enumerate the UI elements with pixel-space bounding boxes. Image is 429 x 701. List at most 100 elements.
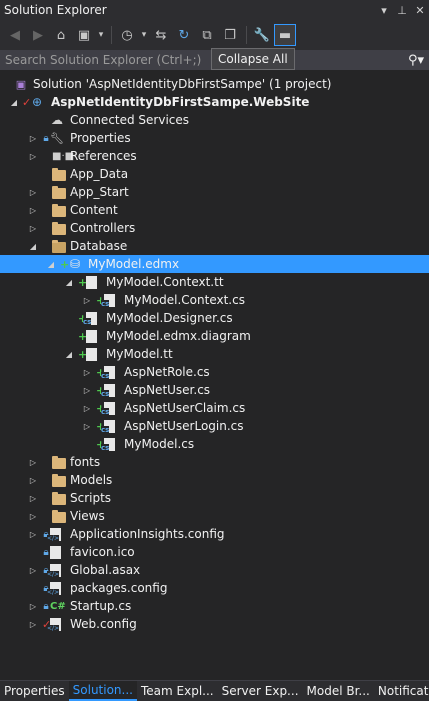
refresh-icon[interactable]: ↻: [173, 24, 195, 46]
sync-with-document-icon[interactable]: ⇆: [150, 24, 172, 46]
window-title: Solution Explorer: [4, 3, 107, 17]
tree-item-references[interactable]: ▷ ■·■ References: [0, 147, 429, 165]
forward-icon[interactable]: ▶: [27, 24, 49, 46]
collapse-arrow-icon[interactable]: ◢: [64, 278, 74, 287]
tab-team-explorer[interactable]: Team Expl...: [137, 681, 218, 701]
tree-item-label: App_Start: [70, 185, 129, 199]
tree-item-project[interactable]: ◢ ✓ ⊕ AspNetIdentityDbFirstSampe.WebSite: [0, 93, 429, 111]
filter-dropdown-icon[interactable]: ▾: [139, 24, 149, 46]
expand-arrow-icon[interactable]: ▷: [28, 620, 38, 629]
expand-arrow-icon[interactable]: ▷: [28, 494, 38, 503]
search-icon[interactable]: ⚲▾: [403, 53, 429, 68]
tree-item-label: Web.config: [70, 617, 137, 631]
tree-item-favicon[interactable]: 🔒︎ favicon.ico: [0, 543, 429, 561]
tree-item-context-tt[interactable]: ◢ + MyModel.Context.tt: [0, 273, 429, 291]
pending-changes-filter-icon[interactable]: ◷: [116, 24, 138, 46]
expand-arrow-icon[interactable]: ▷: [82, 368, 92, 377]
tree-item-label: App_Data: [70, 167, 129, 181]
tree-item-aspnetrole[interactable]: ▷ + AspNetRole.cs: [0, 363, 429, 381]
preview-selected-items-icon[interactable]: ▬: [274, 24, 296, 46]
collapse-arrow-icon[interactable]: ◢: [64, 350, 74, 359]
back-icon[interactable]: ◀: [4, 24, 26, 46]
tree-item-aspnetuserlogin[interactable]: ▷ + AspNetUserLogin.cs: [0, 417, 429, 435]
tree-item-app-data[interactable]: App_Data: [0, 165, 429, 183]
solution-tree: ▣ Solution 'AspNetIdentityDbFirstSampe' …: [0, 75, 429, 633]
tree-item-label: Scripts: [70, 491, 112, 505]
tree-item-database[interactable]: ◢ Database: [0, 237, 429, 255]
open-folder-icon: [52, 240, 66, 253]
tree-item-app-start[interactable]: ▷ App_Start: [0, 183, 429, 201]
expand-arrow-icon[interactable]: ▷: [28, 512, 38, 521]
tree-item-startup-cs[interactable]: ▷ 🔒︎ C# Startup.cs: [0, 597, 429, 615]
collapse-all-icon[interactable]: ⧉: [196, 24, 218, 46]
expand-arrow-icon[interactable]: ▷: [28, 134, 38, 143]
home-icon[interactable]: ⌂: [50, 24, 72, 46]
properties-wrench-icon[interactable]: 🔧: [251, 24, 273, 46]
tree-item-mymodel-tt[interactable]: ◢ + MyModel.tt: [0, 345, 429, 363]
tree-item-scripts[interactable]: ▷ Scripts: [0, 489, 429, 507]
tree-item-global-asax[interactable]: ▷ 🔒︎ Global.asax: [0, 561, 429, 579]
tree-item-web-config[interactable]: ▷ ✓ Web.config: [0, 615, 429, 633]
tree-item-content[interactable]: ▷ Content: [0, 201, 429, 219]
expand-arrow-icon[interactable]: ▷: [28, 188, 38, 197]
tree-item-aspnetuserclaim[interactable]: ▷ + AspNetUserClaim.cs: [0, 399, 429, 417]
tree-item-designer-cs[interactable]: + MyModel.Designer.cs: [0, 309, 429, 327]
close-icon[interactable]: ✕: [411, 1, 429, 19]
collapse-arrow-icon[interactable]: ◢: [46, 260, 56, 269]
switch-views-icon[interactable]: ▣: [73, 24, 95, 46]
tree-item-label: AspNetUserClaim.cs: [124, 401, 246, 415]
config-file-icon: [47, 617, 61, 632]
tree-item-label: Models: [70, 473, 113, 487]
tree-item-properties[interactable]: ▷ 🔒︎ 🔧︎ Properties: [0, 129, 429, 147]
tree-item-context-cs[interactable]: ▷ + MyModel.Context.cs: [0, 291, 429, 309]
tab-solution-explorer[interactable]: Solution...: [68, 681, 137, 701]
search-input[interactable]: [0, 52, 403, 68]
expand-arrow-icon[interactable]: ▷: [28, 224, 38, 233]
show-all-files-icon[interactable]: ❐: [219, 24, 241, 46]
collapse-arrow-icon[interactable]: ◢: [28, 242, 38, 251]
tree-item-connected-services[interactable]: ☁ Connected Services: [0, 111, 429, 129]
tree-item-controllers[interactable]: ▷ Controllers: [0, 219, 429, 237]
tree-item-edmx-diagram[interactable]: + MyModel.edmx.diagram: [0, 327, 429, 345]
dropdown-icon[interactable]: ▾: [375, 1, 393, 19]
tree-item-packages-config[interactable]: 🔒︎ packages.config: [0, 579, 429, 597]
plus-icon: +: [78, 329, 88, 343]
tree-item-mymodel-edmx[interactable]: ◢ + ⛁ MyModel.edmx: [0, 255, 429, 273]
tree-item-label: Database: [70, 239, 128, 253]
tab-model-browser[interactable]: Model Br...: [303, 681, 374, 701]
csharp-file-icon: [83, 311, 97, 326]
expand-arrow-icon[interactable]: ▷: [28, 476, 38, 485]
bottom-tab-strip: Properties Solution... Team Expl... Serv…: [0, 680, 429, 701]
expand-arrow-icon[interactable]: ▷: [28, 566, 38, 575]
expand-arrow-icon[interactable]: ◢: [9, 98, 19, 107]
tree-item-mymodel-cs[interactable]: + MyModel.cs: [0, 435, 429, 453]
csharp-file-icon: [101, 293, 115, 308]
tree-item-models[interactable]: ▷ Models: [0, 471, 429, 489]
tab-notifications[interactable]: Notificati...: [374, 681, 429, 701]
tree-item-fonts[interactable]: ▷ fonts: [0, 453, 429, 471]
title-bar: Solution Explorer ▾ ⊥ ✕: [0, 0, 429, 20]
switch-views-dropdown-icon[interactable]: ▾: [96, 24, 106, 46]
tab-server-explorer[interactable]: Server Exp...: [218, 681, 303, 701]
plus-icon: +: [78, 347, 88, 361]
tree-item-views[interactable]: ▷ Views: [0, 507, 429, 525]
tree-item-applicationinsights[interactable]: ▷ 🔒︎ ApplicationInsights.config: [0, 525, 429, 543]
expand-arrow-icon[interactable]: ▷: [28, 602, 38, 611]
lock-icon: 🔒︎: [43, 546, 49, 558]
expand-arrow-icon[interactable]: ▷: [82, 386, 92, 395]
expand-arrow-icon[interactable]: ▷: [82, 296, 92, 305]
tree-item-aspnetuser[interactable]: ▷ + AspNetUser.cs: [0, 381, 429, 399]
tab-properties[interactable]: Properties: [0, 681, 69, 701]
tree-item-solution[interactable]: ▣ Solution 'AspNetIdentityDbFirstSampe' …: [0, 75, 429, 93]
expand-arrow-icon[interactable]: ▷: [82, 404, 92, 413]
expand-arrow-icon[interactable]: ▷: [28, 458, 38, 467]
expand-arrow-icon[interactable]: ▷: [28, 152, 38, 161]
pin-icon[interactable]: ⊥: [393, 1, 411, 19]
tree-item-label: AspNetUser.cs: [124, 383, 211, 397]
expand-arrow-icon[interactable]: ▷: [82, 422, 92, 431]
tree-item-label: Startup.cs: [70, 599, 132, 613]
tree-item-label: Properties: [70, 131, 131, 145]
tooltip-text: Collapse All: [218, 52, 288, 66]
expand-arrow-icon[interactable]: ▷: [28, 206, 38, 215]
expand-arrow-icon[interactable]: ▷: [28, 530, 38, 539]
